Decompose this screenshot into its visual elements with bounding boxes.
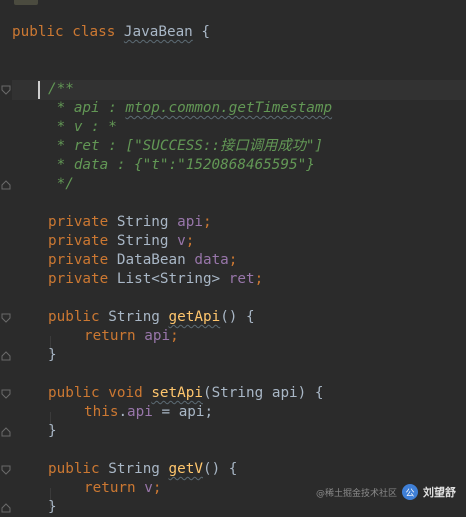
type-name: DataBean [116,252,186,268]
method-params: () [220,309,238,325]
modifier: private [48,233,109,249]
modifier: public [48,461,100,477]
param-type: String [211,385,264,401]
keyword-class: class [72,24,116,40]
return-type: String [108,461,160,477]
open-brace: { [220,461,238,477]
class-name: JavaBean [123,24,193,40]
return-type: void [108,385,143,401]
watermark-author: 刘望舒 [423,486,456,499]
text-caret [38,81,40,99]
current-line-highlight [12,80,466,100]
keyword-return: return [84,480,136,496]
open-brace: { [201,24,211,40]
field-declaration[interactable]: private DataBean data; [48,251,237,270]
modifier: private [48,252,109,268]
field-ref: api [127,404,153,420]
type-name: String [116,214,169,230]
doc-comment-line[interactable]: * ret : ["SUCCESS::接口调用成功"] [48,137,324,156]
method-name: getApi [168,309,221,325]
fold-open-icon[interactable] [1,465,11,475]
close-brace[interactable]: } [48,346,57,365]
field-declaration[interactable]: private List<String> ret; [48,270,263,289]
method-body[interactable]: return v; [84,479,161,498]
method-params: () [202,461,221,477]
method-declaration[interactable]: public String getApi() { [48,308,255,327]
class-declaration[interactable]: public class JavaBean { [12,23,210,42]
assignment: = api; [152,404,214,420]
method-declaration[interactable]: public String getV() { [48,460,237,479]
doc-comment-line[interactable]: * api : mtop.common.getTimestamp [48,99,332,118]
field-ref: v [144,480,153,496]
fold-open-icon[interactable] [1,313,11,323]
editor-tab-marker [14,0,38,5]
field-name: ret [228,271,255,287]
field-name: api [177,214,203,230]
modifier: public [48,309,100,325]
field-declaration[interactable]: private String api; [48,213,212,232]
param-name: api [271,385,298,401]
method-body[interactable]: this.api = api; [84,403,213,422]
field-name: v [177,233,186,249]
fold-open-icon[interactable] [1,85,11,95]
keyword-return: return [84,328,136,344]
watermark: @稀土掘金技术社区 公 刘望舒 [316,482,456,502]
wechat-logo-icon: 公 [402,484,418,500]
modifier: private [48,214,109,230]
modifier: private [48,271,109,287]
doc-comment-line[interactable]: * v : * [48,118,117,137]
keyword-public: public [12,24,64,40]
field-declaration[interactable]: private String v; [48,232,194,251]
field-name: data [194,252,229,268]
open-brace: { [237,309,255,325]
doc-comment-line[interactable]: * data : {"t":"1520868465595"} [48,156,315,175]
modifier: public [48,385,100,401]
close-brace[interactable]: } [48,498,57,517]
method-name: setApi [151,385,203,401]
type-name: List<String> [116,271,221,287]
doc-api-value: mtop.common.getTimestamp [125,100,333,116]
fold-close-icon[interactable] [1,427,11,437]
method-declaration[interactable]: public void setApi(String api) { [48,384,324,403]
fold-close-icon[interactable] [1,180,11,190]
fold-close-icon[interactable] [1,351,11,361]
field-ref: api [144,328,171,344]
fold-open-icon[interactable] [1,389,11,399]
method-name: getV [168,461,203,477]
watermark-small-text: @稀土掘金技术社区 [315,488,397,499]
close-brace[interactable]: } [48,422,57,441]
return-type: String [108,309,160,325]
method-body[interactable]: return api; [84,327,179,346]
fold-close-icon[interactable] [1,503,11,513]
doc-comment-line[interactable]: */ [48,175,74,194]
doc-comment-line[interactable]: /** [48,80,74,99]
type-name: String [116,233,169,249]
keyword-this: this [84,404,119,420]
